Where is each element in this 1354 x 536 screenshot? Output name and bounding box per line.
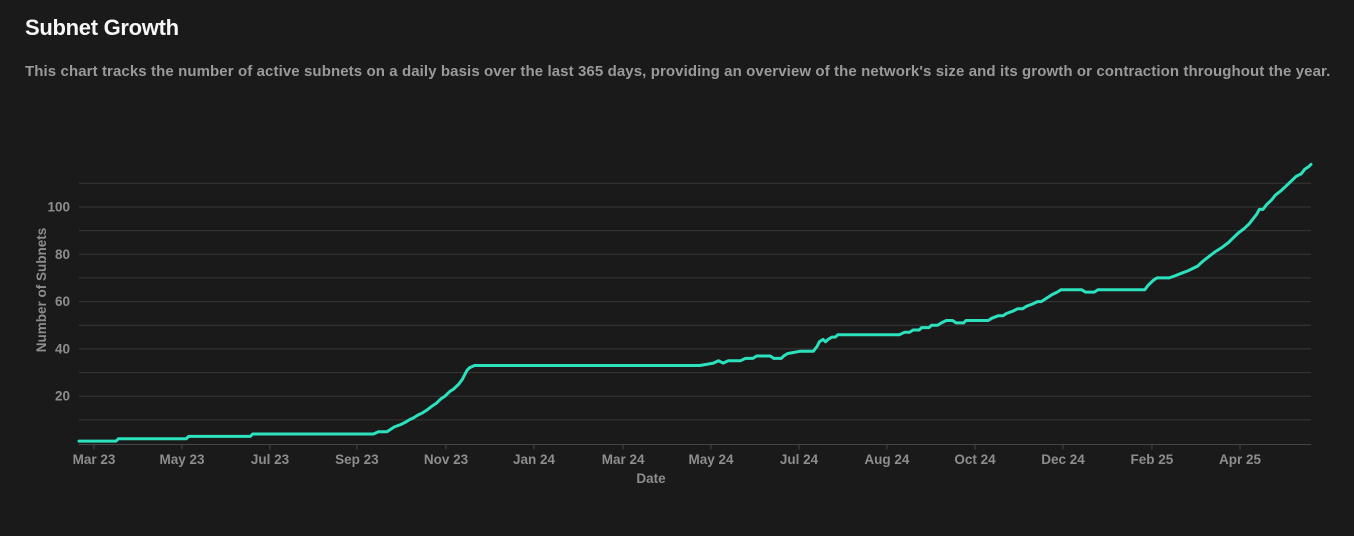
y-tick-label: 20 [55, 389, 70, 404]
x-tick-label: Dec 24 [1041, 452, 1085, 467]
x-axis-title: Date [636, 471, 666, 486]
x-tick-label: Feb 25 [1131, 452, 1174, 467]
x-tick-label: Apr 25 [1219, 452, 1262, 467]
y-tick-label: 60 [55, 294, 70, 309]
x-tick-label: Mar 23 [73, 452, 116, 467]
y-tick-label: 80 [55, 247, 70, 262]
x-tick-label: Mar 24 [602, 452, 645, 467]
x-tick-label: Jul 24 [780, 452, 819, 467]
x-tick-label: May 24 [688, 452, 734, 467]
y-axis-title: Number of Subnets [34, 228, 49, 353]
subnet-growth-chart[interactable]: Mar 23 May 23 Jul 23 Sep 23 Nov 23 Jan 24 Mar … [0, 0, 1354, 536]
y-tick-label: 100 [47, 200, 70, 215]
x-tick-label: Oct 24 [954, 452, 996, 467]
subnet-growth-line[interactable] [77, 162, 1313, 443]
x-tick-label: May 23 [159, 452, 205, 467]
x-tick-label: Nov 23 [424, 452, 469, 467]
subnet-growth-card: Subnet Growth This chart tracks the numb… [0, 0, 1354, 536]
gridlines [79, 182, 1311, 421]
x-axis: Mar 23 May 23 Jul 23 Sep 23 Nov 23 Jan 24 Mar … [73, 444, 1262, 467]
y-axis: 20 40 60 80 100 [47, 200, 70, 404]
x-tick-label: Jan 24 [513, 452, 556, 467]
x-tick-label: Jul 23 [251, 452, 290, 467]
x-tick-label: Aug 24 [864, 452, 910, 467]
x-tick-label: Sep 23 [335, 452, 379, 467]
y-tick-label: 40 [55, 341, 70, 356]
